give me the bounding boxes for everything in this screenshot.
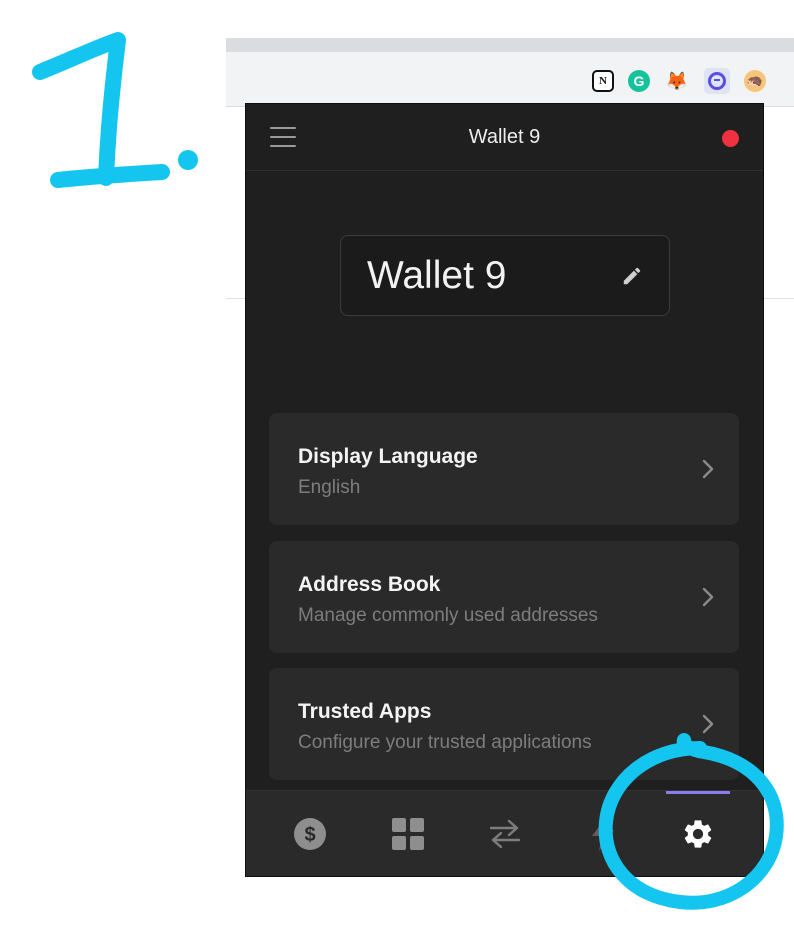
wallet-popup: Wallet 9 Wallet 9 Display Language Engli… [246, 104, 763, 876]
browser-extensions: N G 🦊 🦔 [592, 66, 766, 96]
dollar-icon: $ [293, 818, 326, 850]
nav-item-balance[interactable]: $ [258, 791, 361, 876]
setting-title: Trusted Apps [298, 700, 432, 723]
notion-icon[interactable]: N [592, 70, 614, 92]
gear-icon [684, 820, 711, 848]
step-number-annotation [32, 32, 198, 188]
nav-item-settings[interactable] [646, 791, 749, 876]
wallet-name-field[interactable]: Wallet 9 [340, 235, 670, 316]
nav-item-swap[interactable] [453, 791, 556, 876]
setting-display-language[interactable]: Display Language English [269, 413, 739, 525]
setting-subtitle: English [298, 477, 361, 498]
chevron-right-icon [702, 459, 714, 479]
header-title: Wallet 9 [468, 126, 541, 148]
popup-header: Wallet 9 [246, 104, 763, 171]
setting-title: Address Book [298, 573, 441, 596]
setting-subtitle: Manage commonly used addresses [298, 605, 598, 626]
grammarly-icon[interactable]: G [628, 70, 650, 92]
browser-tab-strip [226, 38, 794, 52]
lightning-icon [591, 817, 614, 851]
profile-avatar-icon[interactable]: 🦔 [744, 70, 766, 92]
setting-subtitle: Configure your trusted applications [298, 732, 592, 753]
swap-icon [489, 819, 520, 849]
nav-item-activity[interactable] [551, 791, 654, 876]
setting-address-book[interactable]: Address Book Manage commonly used addres… [269, 541, 739, 653]
chevron-right-icon [702, 587, 714, 607]
bottom-nav: $ [246, 790, 763, 876]
setting-trusted-apps[interactable]: Trusted Apps Configure your trusted appl… [269, 668, 739, 780]
grid-icon [391, 818, 424, 850]
setting-title: Display Language [298, 445, 478, 468]
wallet-extension-icon[interactable] [704, 68, 730, 94]
wallet-name: Wallet 9 [367, 254, 507, 297]
chevron-right-icon [702, 714, 714, 734]
metamask-icon[interactable]: 🦊 [664, 68, 690, 94]
status-dot [722, 130, 739, 147]
svg-text:$: $ [304, 824, 315, 846]
nav-item-collectibles[interactable] [356, 791, 459, 876]
pencil-icon[interactable] [621, 265, 643, 287]
